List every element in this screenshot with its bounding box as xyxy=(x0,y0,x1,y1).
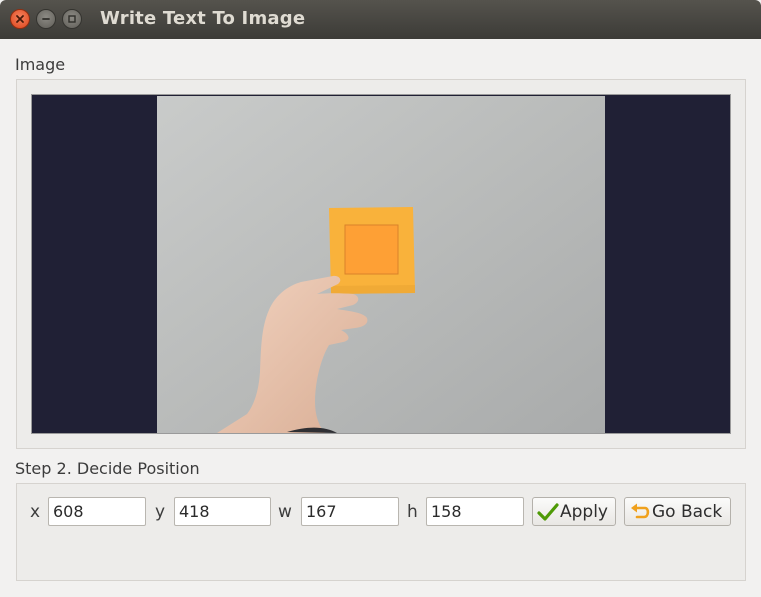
step-label: Step 2. Decide Position xyxy=(15,459,200,478)
window-titlebar: Write Text To Image xyxy=(0,0,761,39)
minimize-icon xyxy=(42,18,50,20)
minimize-button[interactable] xyxy=(36,9,56,29)
image-preview xyxy=(31,94,731,434)
photo xyxy=(157,96,605,433)
w-label: w xyxy=(278,502,292,522)
apply-button[interactable]: Apply xyxy=(532,497,616,526)
checkmark-icon xyxy=(537,502,559,522)
h-input[interactable] xyxy=(426,497,524,526)
go-back-label: Go Back xyxy=(652,501,723,522)
x-input[interactable] xyxy=(48,497,146,526)
y-input[interactable] xyxy=(174,497,271,526)
maximize-button[interactable] xyxy=(62,9,82,29)
close-button[interactable] xyxy=(10,9,30,29)
w-input[interactable] xyxy=(301,497,399,526)
undo-arrow-icon xyxy=(629,502,651,522)
go-back-button[interactable]: Go Back xyxy=(624,497,731,526)
window-title: Write Text To Image xyxy=(100,8,306,29)
maximize-icon xyxy=(68,15,76,23)
x-label: x xyxy=(30,502,41,522)
y-label: y xyxy=(155,502,166,522)
h-label: h xyxy=(407,502,418,522)
image-section-label: Image xyxy=(15,55,66,74)
position-highlight-rect xyxy=(344,224,399,275)
apply-label: Apply xyxy=(560,501,608,522)
close-icon xyxy=(16,15,24,23)
